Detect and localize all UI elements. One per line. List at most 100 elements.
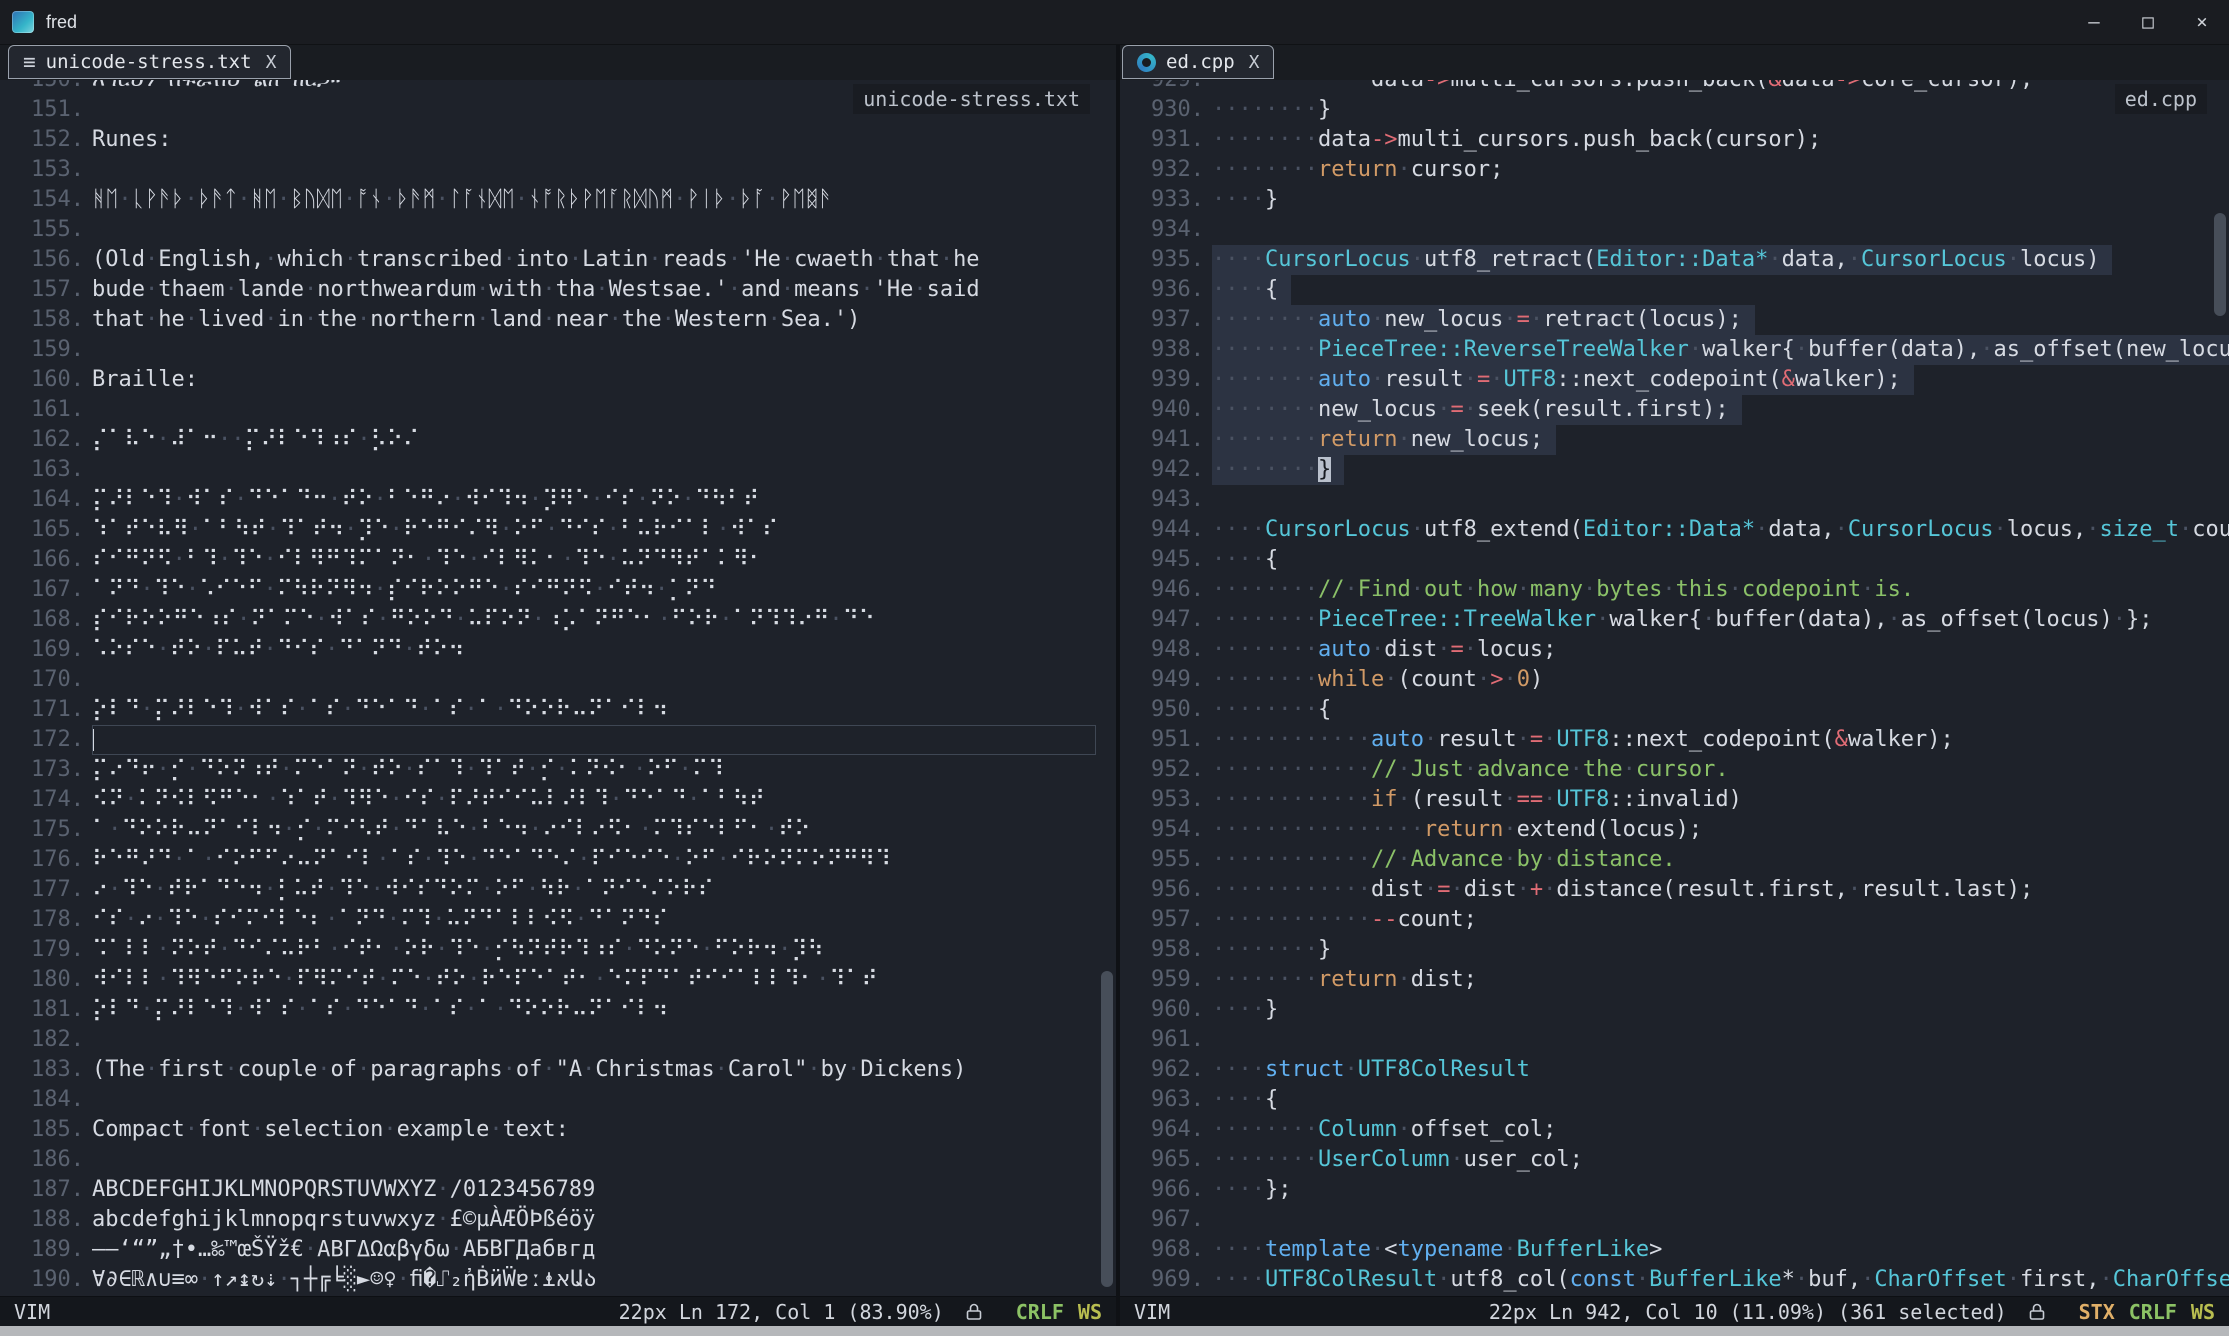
- code-line[interactable]: 183.(The·first·couple·of·paragraphs·of·"…: [0, 1055, 1116, 1085]
- scrollbar[interactable]: [1100, 80, 1114, 1296]
- code-line[interactable]: 156.(Old·English,·which·transcribed·into…: [0, 245, 1116, 275]
- code-line[interactable]: 168.⡎⠊⠗⠕⠕⠛⠑⠰⠎·⠝⠁⠍⠑·⠺⠁⠎·⠛⠕⠕⠙·⠥⠏⠕⠝·⠰⡡⠁⠝⠛⠑⠂…: [0, 605, 1116, 635]
- code-line[interactable]: 953.············if·(result·==·UTF8::inva…: [1120, 785, 2229, 815]
- code-line[interactable]: 968.····template·<typename·BufferLike>: [1120, 1235, 2229, 1265]
- code-line[interactable]: 929.············data->multi_cursors.push…: [1120, 80, 2229, 95]
- code-line[interactable]: 962.····struct·UTF8ColResult: [1120, 1055, 2229, 1085]
- code-line[interactable]: 169.⠡⠕⠎⠑·⠞⠕·⠏⠥⠞·⠙⠊⠎·⠙⠁⠝⠙·⠞⠕⠲: [0, 635, 1116, 665]
- code-line[interactable]: 153.: [0, 155, 1116, 185]
- code-line[interactable]: 931.········data->multi_cursors.push_bac…: [1120, 125, 2229, 155]
- code-line[interactable]: 186.: [0, 1145, 1116, 1175]
- tab-close-button[interactable]: X: [1249, 52, 1260, 73]
- code-line[interactable]: 961.: [1120, 1025, 2229, 1055]
- minimize-button[interactable]: –: [2067, 0, 2121, 45]
- code-line[interactable]: 950.········{: [1120, 695, 2229, 725]
- code-line[interactable]: 952.············//·Just·advance·the·curs…: [1120, 755, 2229, 785]
- code-line[interactable]: 932.········return·cursor;: [1120, 155, 2229, 185]
- code-line[interactable]: 161.: [0, 395, 1116, 425]
- code-line[interactable]: 176.⠗⠑⠛⠜⠙·⠁·⠊⠕⠋⠋⠔⠤⠝⠁⠊⠇·⠁⠎·⠹⠑·⠙⠑⠁⠙⠑⠌·⠏⠊⠑⠊…: [0, 845, 1116, 875]
- code-line[interactable]: 936.····{: [1120, 275, 2229, 305]
- close-button[interactable]: ×: [2175, 0, 2229, 45]
- code-line[interactable]: 160.Braille:: [0, 365, 1116, 395]
- code-line[interactable]: 163.: [0, 455, 1116, 485]
- code-line[interactable]: 949.········while·(count·>·0): [1120, 665, 2229, 695]
- tab-unicode-stress-txt[interactable]: unicode-stress.txt X: [8, 45, 291, 79]
- code-line[interactable]: 171.⡕⠇⠙·⡍⠜⠇⠑⠹·⠺⠁⠎·⠁⠎·⠙⠑⠁⠙·⠁⠎·⠁·⠙⠕⠕⠗⠤⠝⠁⠊⠇…: [0, 695, 1116, 725]
- code-line[interactable]: 955.············//·Advance·by·distance.: [1120, 845, 2229, 875]
- code-line[interactable]: 165.⠱⠁⠞⠑⠧⠻·⠁⠃⠳⠞·⠹⠁⠞⠲·⡹⠑·⠗⠑⠛⠊⠌⠻·⠕⠋·⠙⠊⠎·⠃⠥…: [0, 515, 1116, 545]
- code-line[interactable]: 940.········new_locus·=·seek(result.firs…: [1120, 395, 2229, 425]
- code-line[interactable]: 944.····CursorLocus·utf8_extend(Editor::…: [1120, 515, 2229, 545]
- code-line[interactable]: 187.ABCDEFGHIJKLMNOPQRSTUVWXYZ·/01234567…: [0, 1175, 1116, 1205]
- code-line[interactable]: 941.········return·new_locus;: [1120, 425, 2229, 455]
- code-line[interactable]: 182.: [0, 1025, 1116, 1055]
- code-line[interactable]: 942.········}: [1120, 455, 2229, 485]
- code-line[interactable]: 938.········PieceTree::ReverseTreeWalker…: [1120, 335, 2229, 365]
- code-line[interactable]: 930.········}: [1120, 95, 2229, 125]
- code-line[interactable]: 960.····}: [1120, 995, 2229, 1025]
- code-line[interactable]: 965.········UserColumn·user_col;: [1120, 1145, 2229, 1175]
- code-line[interactable]: 166.⠎⠊⠛⠝⠫·⠃⠹·⠹⠑·⠊⠇⠻⠛⠹⠍⠁⠝⠂·⠹⠑·⠊⠇⠻⠅⠂·⠹⠑·⠥⠝…: [0, 545, 1116, 575]
- code-line[interactable]: 969.····UTF8ColResult·utf8_col(const·Buf…: [1120, 1265, 2229, 1295]
- code-line[interactable]: 152.Runes:: [0, 125, 1116, 155]
- code-line[interactable]: 175.⠁·⠙⠕⠕⠗⠤⠝⠁⠊⠇⠲·⡊·⠍⠊⠣⠞·⠙⠁⠧⠑·⠃⠑⠲·⠔⠊⠇⠔⠫⠂·…: [0, 815, 1116, 845]
- code-line[interactable]: 167.⠁⠝⠙·⠹⠑·⠡⠊⠑⠋·⠍⠳⠗⠝⠻⠲·⡎⠊⠗⠕⠕⠛⠑·⠎⠊⠛⠝⠫·⠊⠞⠲…: [0, 575, 1116, 605]
- pane-divider[interactable]: [1116, 45, 1120, 1326]
- lock-icon[interactable]: [964, 1302, 984, 1322]
- editor-pane-right[interactable]: 929.············data->multi_cursors.push…: [1120, 80, 2229, 1296]
- editor-pane-left[interactable]: 150.እግርህን·በፍራሽህ·ልክ·ዘርጋ።151.152.Runes:153…: [0, 80, 1116, 1296]
- code-line[interactable]: 179.⠩⠁⠇⠇·⠝⠕⠞·⠙⠊⠌⠥⠗⠃·⠊⠞⠂·⠕⠗·⠹⠑·⡊⠳⠝⠞⠗⠹⠰⠎·⠙…: [0, 935, 1116, 965]
- line-number: 964.: [1120, 1115, 1204, 1145]
- code-line[interactable]: 154.ᚻᛖ·ᚳᚹᚫᚦ·ᚦᚫᛏ·ᚻᛖ·ᛒᚢᛞᛖ·ᚩᚾ·ᚦᚫᛗ·ᛚᚪᚾᛞᛖ·ᚾᚩᚱ…: [0, 185, 1116, 215]
- code-line[interactable]: 943.: [1120, 485, 2229, 515]
- code-line[interactable]: 935.····CursorLocus·utf8_retract(Editor:…: [1120, 245, 2229, 275]
- code-line[interactable]: 178.⠊⠎·⠔·⠹⠑·⠎⠊⠍⠊⠇⠑⠆·⠁⠝⠙·⠍⠹·⠥⠝⠙⠁⠇⠇⠪⠫·⠙⠁⠝⠙…: [0, 905, 1116, 935]
- code-line[interactable]: 155.: [0, 215, 1116, 245]
- code-line[interactable]: 937.········auto·new_locus·=·retract(loc…: [1120, 305, 2229, 335]
- code-line[interactable]: 957.············--count;: [1120, 905, 2229, 935]
- tab-ed-cpp[interactable]: ed.cpp X: [1122, 45, 1274, 79]
- code-line[interactable]: 158.that·he·lived·in·the·northern·land·n…: [0, 305, 1116, 335]
- code-line[interactable]: 173.⡍⠔⠙⠖·⡊·⠙⠕⠝⠰⠞·⠍⠑⠁⠝·⠞⠕·⠎⠁⠹·⠹⠁⠞·⡊·⠅⠝⠪⠂·…: [0, 755, 1116, 785]
- code-line[interactable]: 951.············auto·result·=·UTF8::next…: [1120, 725, 2229, 755]
- code-line[interactable]: 956.············dist·=·dist·+·distance(r…: [1120, 875, 2229, 905]
- code-line[interactable]: 188.abcdefghijklmnopqrstuvwxyz·£©µÀÆÖÞßé…: [0, 1205, 1116, 1235]
- text-buffer[interactable]: 150.እግርህን·በፍራሽህ·ልክ·ዘርጋ።151.152.Runes:153…: [0, 80, 1116, 1295]
- code-line[interactable]: 177.⠔·⠹⠑·⠞⠗⠁⠙⠑⠲·⡃⠥⠞·⠹⠑·⠺⠊⠎⠙⠕⠍·⠕⠋·⠳⠗·⠁⠝⠊⠑…: [0, 875, 1116, 905]
- code-line[interactable]: 162.⡌⠁⠧⠑·⠼⠁⠒··⡍⠜⠇⠑⠹⠰⠎·⡣⠕⠌: [0, 425, 1116, 455]
- code-line[interactable]: 947.········PieceTree::TreeWalker·walker…: [1120, 605, 2229, 635]
- code-line[interactable]: 966.····};: [1120, 1175, 2229, 1205]
- scrollbar-thumb[interactable]: [2214, 213, 2226, 316]
- code-line[interactable]: 185.Compact·font·selection·example·text:: [0, 1115, 1116, 1145]
- code-line[interactable]: 157.bude·thaem·lande·northweardum·with·t…: [0, 275, 1116, 305]
- line-number: 176.: [0, 845, 84, 875]
- text-buffer[interactable]: 929.············data->multi_cursors.push…: [1120, 80, 2229, 1295]
- code-line[interactable]: 964.········Column·offset_col;: [1120, 1115, 2229, 1145]
- code-line[interactable]: 189.–—‘“”„†•…‰™œŠŸž€·ΑΒΓΔΩαβγδω·АБВГДабв…: [0, 1235, 1116, 1265]
- code-line[interactable]: 181.⡕⠇⠙·⡍⠜⠇⠑⠹·⠺⠁⠎·⠁⠎·⠙⠑⠁⠙·⠁⠎·⠁·⠙⠕⠕⠗⠤⠝⠁⠊⠇…: [0, 995, 1116, 1025]
- tab-close-button[interactable]: X: [266, 52, 277, 73]
- lock-icon[interactable]: [2027, 1302, 2047, 1322]
- maximize-button[interactable]: □: [2121, 0, 2175, 45]
- code-line[interactable]: 184.: [0, 1085, 1116, 1115]
- code-line[interactable]: 963.····{: [1120, 1085, 2229, 1115]
- code-line[interactable]: 933.····}: [1120, 185, 2229, 215]
- code-line[interactable]: 959.········return·dist;: [1120, 965, 2229, 995]
- code-line[interactable]: 934.: [1120, 215, 2229, 245]
- code-line[interactable]: 967.: [1120, 1205, 2229, 1235]
- code-line[interactable]: 180.⠺⠊⠇⠇·⠹⠻⠑⠋⠕⠗⠑·⠏⠻⠍⠊⠞·⠍⠑·⠞⠕·⠗⠑⠏⠑⠁⠞⠂·⠑⠍⠏…: [0, 965, 1116, 995]
- code-line[interactable]: 172.: [0, 725, 1116, 755]
- code-line[interactable]: 164.⡍⠜⠇⠑⠹·⠺⠁⠎·⠙⠑⠁⠙⠒·⠞⠕·⠃⠑⠛⠔·⠺⠊⠹⠲·⡹⠻⠑·⠊⠎·…: [0, 485, 1116, 515]
- code-line[interactable]: 948.········auto·dist·=·locus;: [1120, 635, 2229, 665]
- code-line[interactable]: 159.: [0, 335, 1116, 365]
- scrollbar-thumb[interactable]: [1101, 971, 1113, 1287]
- code-line[interactable]: 170.: [0, 665, 1116, 695]
- code-line[interactable]: 939.········auto·result·=·UTF8::next_cod…: [1120, 365, 2229, 395]
- code-line[interactable]: 174.⠪⠝·⠅⠝⠪⠇⠫⠛⠑⠂·⠱⠁⠞·⠹⠻⠑·⠊⠎·⠏⠜⠞⠊⠊⠥⠇⠜⠇⠹·⠙⠑…: [0, 785, 1116, 815]
- scrollbar[interactable]: [2213, 80, 2227, 1296]
- code-line[interactable]: 958.········}: [1120, 935, 2229, 965]
- code-line[interactable]: 946.········//·Find·out·how·many·bytes·t…: [1120, 575, 2229, 605]
- code-line[interactable]: 945.····{: [1120, 545, 2229, 575]
- code-line[interactable]: 190.∀∂∈ℝ∧∪≡∞·↑↗↨↻⇣·┐┼╔╘░►☺♀·ﬁ�⑀₂ἠḂӥẄɐː⍎א…: [0, 1265, 1116, 1295]
- code-line[interactable]: 954.················return·extend(locus)…: [1120, 815, 2229, 845]
